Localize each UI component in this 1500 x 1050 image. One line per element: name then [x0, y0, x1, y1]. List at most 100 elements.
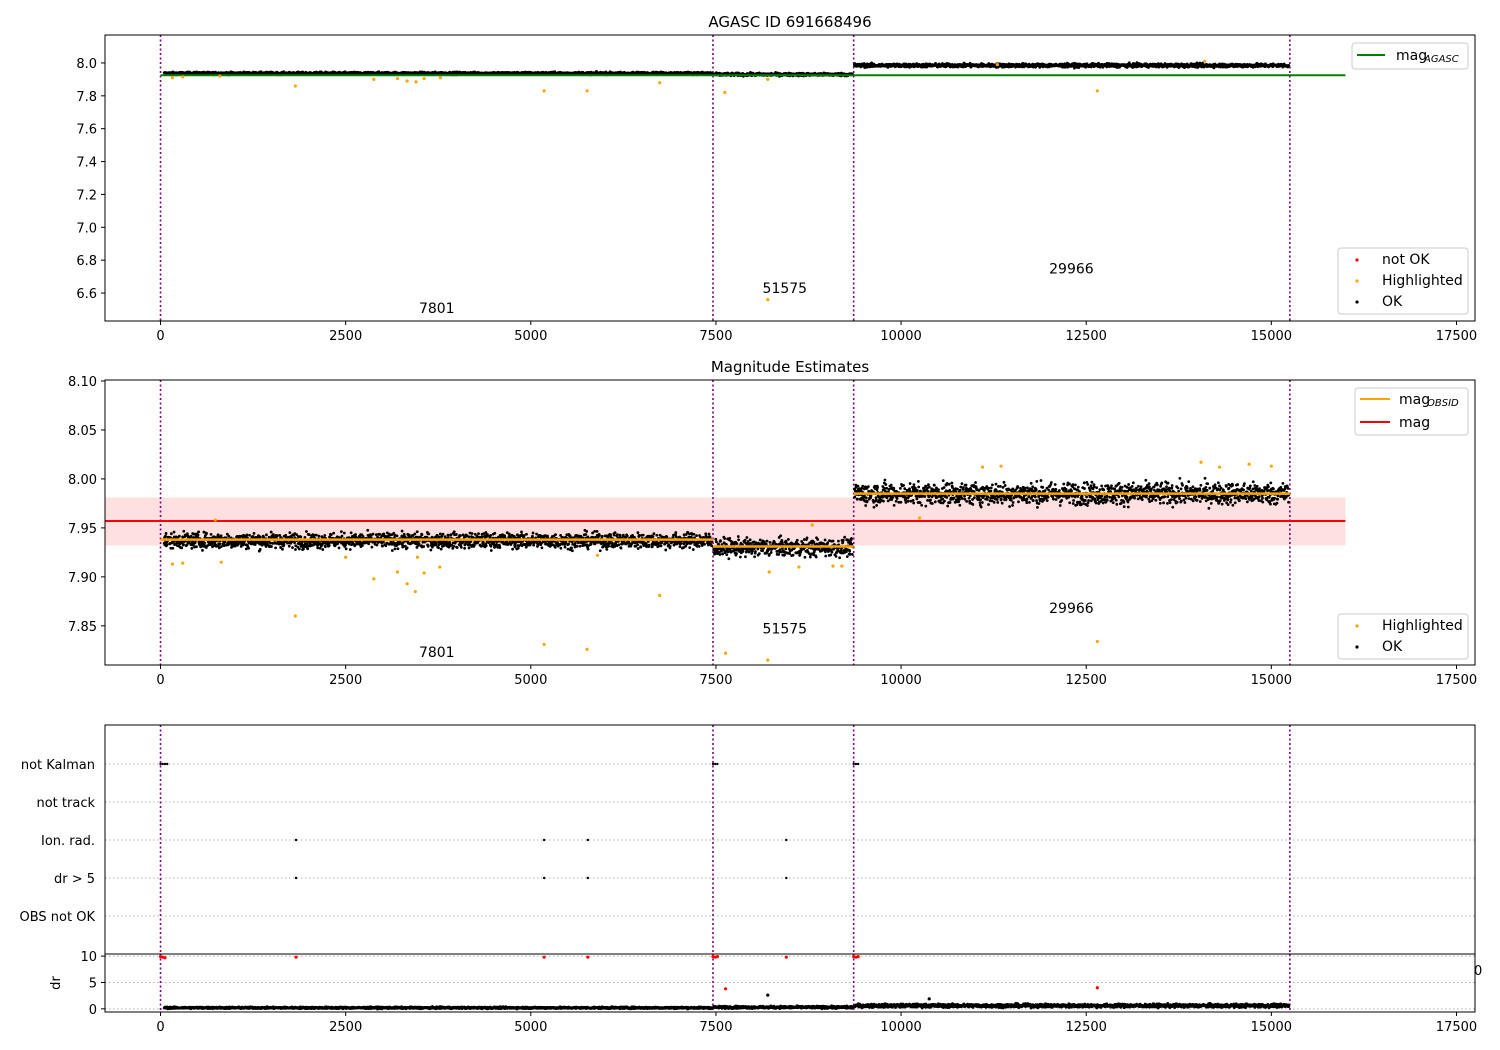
ok-point: [248, 533, 251, 537]
not-ok-legend-label: not OK: [1382, 252, 1430, 268]
x-tick-label: 17500: [1436, 329, 1477, 344]
ok-point: [247, 546, 251, 550]
ok-point: [439, 547, 443, 551]
ok-point: [455, 546, 459, 549]
ok-point: [177, 534, 181, 538]
ok-point: [299, 535, 303, 539]
ok-point: [477, 532, 480, 536]
ok-point: [441, 532, 445, 536]
ok-point: [219, 534, 223, 538]
ok-point: [339, 530, 343, 534]
ok-point: [171, 546, 175, 550]
highlighted-point: [422, 76, 426, 81]
ok-point: [203, 541, 206, 545]
ok-point: [348, 548, 352, 551]
ok-point: [446, 533, 450, 537]
highlighted-point: [766, 298, 770, 302]
x-tick-label: 15000: [1251, 329, 1292, 344]
ok-point: [316, 546, 320, 550]
ok-point: [371, 532, 375, 536]
ok-point: [284, 533, 288, 537]
ok-point: [426, 544, 430, 548]
ok-point: [268, 541, 272, 545]
ok-legend-marker: [1355, 300, 1359, 304]
ok-point: [317, 534, 321, 538]
ok-point: [258, 548, 262, 551]
mag-agasc-legend-label: mag: [1396, 48, 1427, 64]
ok-point: [300, 540, 304, 544]
ok-point: [403, 535, 407, 539]
y-tick-label: 7.2: [76, 188, 97, 203]
ok-point: [396, 547, 400, 551]
ok-point: [201, 548, 204, 552]
ok-point: [1287, 64, 1291, 67]
ok-point: [265, 533, 268, 537]
ok-point: [294, 548, 297, 551]
ok-point: [216, 533, 220, 537]
obsid-label: 51575: [763, 281, 808, 297]
ok-point: [323, 534, 327, 537]
ok-point: [274, 546, 278, 550]
ok-point: [459, 545, 463, 549]
ok-point: [329, 533, 333, 537]
ok-point: [393, 547, 397, 551]
x-tick-label: 7500: [699, 329, 732, 344]
highlighted-point: [181, 75, 185, 79]
ok-point: [288, 531, 292, 535]
ok-point: [395, 534, 399, 538]
ok-point: [381, 544, 384, 548]
obsid-label: 7801: [419, 301, 455, 317]
ok-point: [438, 532, 442, 536]
ok-point: [281, 547, 284, 551]
ok-point: [252, 531, 256, 535]
ok-point: [454, 533, 458, 536]
ok-point: [382, 540, 385, 544]
ok-point: [180, 546, 184, 550]
ok-point: [332, 531, 336, 535]
highlighted-legend-label: Highlighted: [1382, 273, 1463, 289]
y-tick-label: 7.6: [76, 123, 97, 138]
ok-point: [245, 533, 249, 537]
ok-point: [169, 532, 173, 536]
mag-agasc-legend-subscript: AGASC: [1423, 54, 1459, 65]
ok-point: [337, 546, 341, 550]
ok-point: [244, 547, 248, 551]
highlighted-point: [1095, 89, 1099, 93]
ok-point: [344, 547, 348, 551]
highlighted-point: [585, 89, 589, 93]
ok-point: [378, 532, 381, 536]
ok-point: [489, 549, 493, 552]
point-status-legend: not OK Highlighted OK: [1337, 247, 1469, 315]
ok-point: [370, 545, 374, 549]
panel-2-title: Magnitude Estimates: [711, 358, 869, 376]
highlighted-point: [218, 74, 222, 78]
ok-point: [452, 530, 456, 534]
highlighted-legend-marker: [1355, 279, 1359, 283]
ok-point: [489, 533, 493, 537]
not-ok-legend-marker: [1355, 258, 1359, 262]
highlighted-point: [170, 76, 174, 80]
ok-point: [354, 533, 357, 536]
ok-point: [402, 532, 406, 536]
ok-point: [321, 548, 325, 551]
ok-point: [172, 530, 176, 534]
highlighted-point: [542, 89, 546, 93]
y-tick-label: 8.0: [76, 57, 97, 72]
ok-point: [291, 546, 294, 550]
ok-point: [493, 531, 497, 535]
ok-point: [463, 546, 467, 550]
ok-point: [196, 533, 200, 537]
ok-point: [197, 530, 201, 534]
ok-point: [323, 545, 327, 549]
ok-point: [327, 544, 331, 547]
highlighted-point: [723, 90, 727, 95]
ok-point: [390, 549, 394, 552]
x-tick-label: 12500: [1066, 329, 1107, 344]
ok-point: [400, 529, 404, 533]
ok-point: [459, 534, 462, 538]
highlighted-point: [405, 79, 409, 83]
ok-point: [195, 545, 198, 549]
ok-point: [190, 547, 194, 550]
y-tick-label: 7.4: [76, 156, 97, 171]
y-tick-label: 7.8: [76, 90, 97, 105]
